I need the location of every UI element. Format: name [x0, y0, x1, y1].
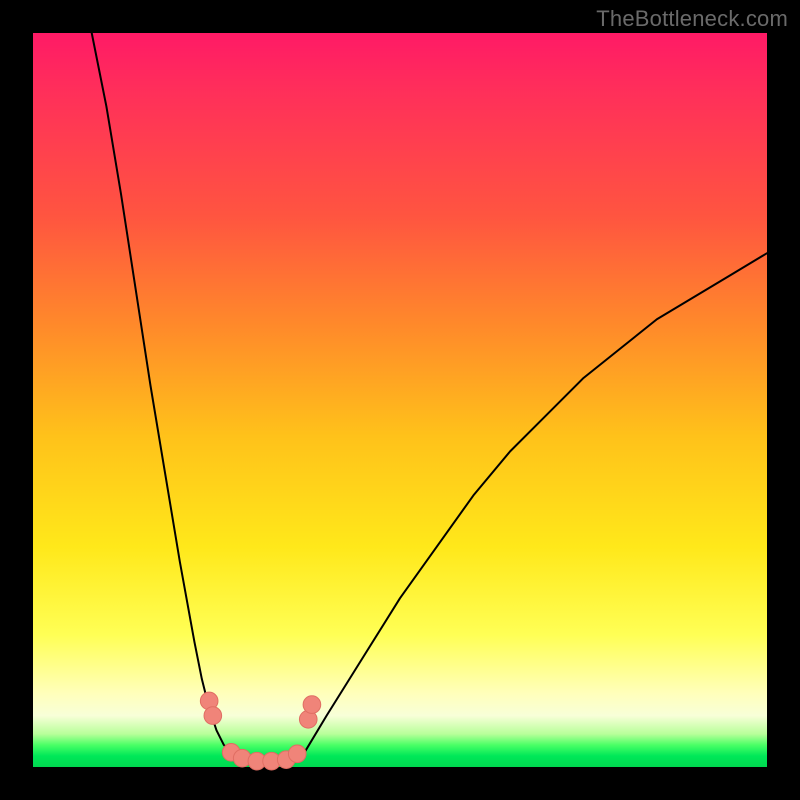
bottleneck-curve	[92, 33, 767, 763]
chart-frame: TheBottleneck.com	[0, 0, 800, 800]
marker-layer	[200, 692, 320, 770]
chart-svg	[33, 33, 767, 767]
curve-layer	[92, 33, 767, 763]
watermark-text: TheBottleneck.com	[596, 6, 788, 32]
data-marker	[288, 745, 306, 763]
data-marker	[204, 707, 222, 725]
data-marker	[303, 696, 321, 714]
